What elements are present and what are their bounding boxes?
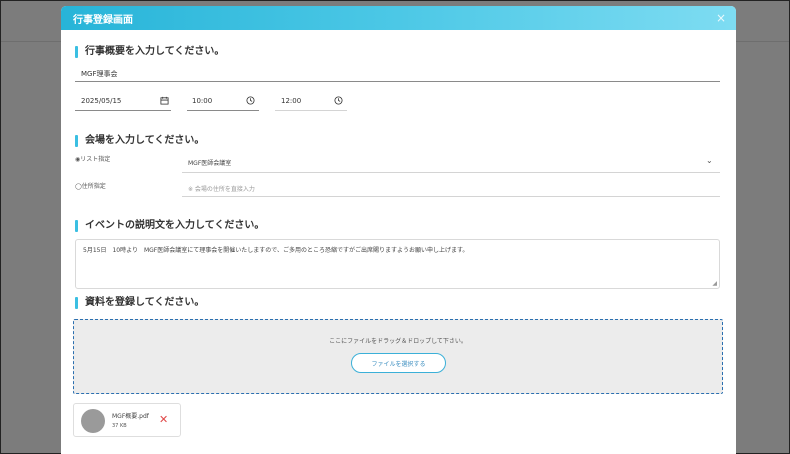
venue-address-underline (182, 196, 720, 197)
venue-address-radio[interactable]: ◯住所指定 (75, 181, 106, 190)
modal-title: 行事登録画面 (73, 14, 133, 26)
description-text: 5月15日 10時より MGF医師会議室にて理事会を開催いたしますので、ご多用の… (83, 247, 469, 254)
file-dropzone[interactable]: ここにファイルをドラッグ＆ドロップして下さい。 ファイルを選択する (73, 319, 723, 394)
event-date-input[interactable]: 2025/05/15 (81, 97, 121, 105)
select-file-button[interactable]: ファイルを選択する (351, 353, 446, 373)
start-time-underline (187, 110, 259, 111)
dropzone-text: ここにファイルをドラッグ＆ドロップして下さい。 (329, 338, 467, 345)
venue-heading: 会場を入力してください。 (75, 135, 204, 147)
description-heading: イベントの説明文を入力してください。 (75, 220, 264, 232)
file-name: MGF概要.pdf (112, 413, 149, 420)
end-time-underline (275, 110, 347, 111)
clock-icon[interactable] (334, 96, 343, 105)
description-textarea[interactable]: 5月15日 10時より MGF医師会議室にて理事会を開催いたしますので、ご多用の… (75, 239, 720, 289)
end-time-input[interactable]: 12:00 (281, 97, 301, 105)
close-icon[interactable]: × (716, 11, 726, 25)
event-name-input[interactable]: MGF理事会 (81, 69, 118, 79)
venue-address-input[interactable]: ※ 会場の住所を直接入力 (188, 184, 255, 193)
start-time-input[interactable]: 10:00 (192, 97, 212, 105)
venue-list-radio[interactable]: ◉リスト指定 (75, 154, 110, 163)
clock-icon[interactable] (246, 96, 255, 105)
file-size: 37 KB (112, 423, 127, 429)
event-name-underline (75, 81, 720, 82)
calendar-icon[interactable] (160, 96, 169, 105)
modal-header: 行事登録画面 × (61, 6, 736, 30)
overview-heading: 行事概要を入力してください。 (75, 46, 224, 58)
chevron-down-icon[interactable]: ⌄ (706, 156, 713, 165)
resize-handle-icon[interactable]: ◢ (712, 280, 717, 287)
event-date-underline (75, 110, 171, 111)
venue-select-underline (182, 172, 720, 173)
venue-select[interactable]: MGF医師会議室 (188, 158, 231, 167)
uploaded-file-card: MGF概要.pdf 37 KB ✕ (73, 403, 181, 437)
remove-file-icon[interactable]: ✕ (159, 414, 168, 425)
materials-heading: 資料を登録してください。 (75, 297, 204, 309)
file-thumbnail (81, 409, 105, 433)
event-registration-modal: 行事登録画面 × 行事概要を入力してください。 MGF理事会 2025/05/1… (61, 6, 736, 454)
